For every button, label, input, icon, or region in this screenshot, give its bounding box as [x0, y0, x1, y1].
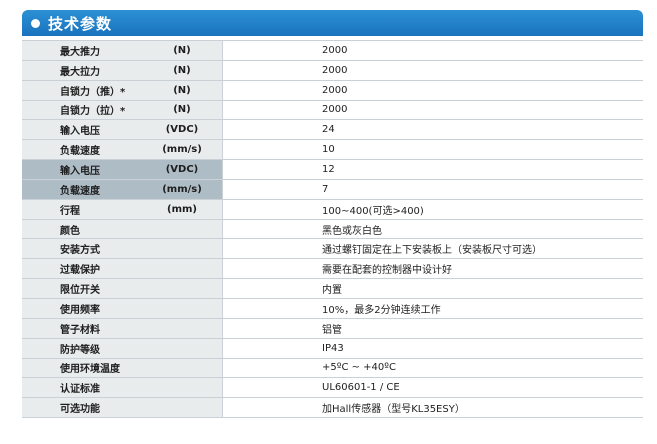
- param-unit: (mm/s): [162, 144, 202, 156]
- row-label-cell: 安装方式: [22, 239, 223, 259]
- param-value: 铝管: [223, 318, 643, 338]
- bullet-dot-icon: [31, 18, 40, 28]
- table-row-highlighted: 输入电压 (VDC) 12: [22, 160, 643, 180]
- param-value: 10%，最多2分钟连续工作: [223, 298, 643, 318]
- table-row: 行程 (mm) 100~400(可选>400): [22, 199, 643, 220]
- param-value: 2000: [223, 41, 643, 60]
- table-row: 认证标准 UL60601-1 / CE: [22, 378, 643, 399]
- row-label-cell: 可选功能: [22, 398, 223, 418]
- table-row: 输入电压 (VDC) 24: [22, 120, 643, 141]
- row-label-cell: 管子材料: [22, 318, 223, 338]
- row-label-cell: 输入电压 (VDC): [22, 120, 223, 140]
- param-name: 最大推力: [60, 46, 100, 58]
- param-name: 输入电压: [60, 126, 100, 138]
- param-name: 颜色: [60, 225, 80, 237]
- table-row: 自锁力（拉）* (N) 2000: [22, 100, 643, 121]
- param-value: 7: [223, 179, 643, 199]
- param-name: 负载速度: [60, 146, 100, 158]
- table-row: 限位开关 内置: [22, 279, 643, 299]
- param-value: 通过螺钉固定在上下安装板上（安装板尺寸可选）: [223, 239, 643, 259]
- param-value: 黑色或灰白色: [223, 219, 643, 239]
- param-name: 防护等级: [60, 344, 100, 356]
- param-value: 24: [223, 120, 643, 140]
- param-name: 自锁力（拉）*: [60, 106, 126, 118]
- row-label-cell: 自锁力（推）* (N): [22, 80, 223, 100]
- param-unit: (N): [173, 44, 191, 56]
- param-value: 内置: [223, 279, 643, 298]
- param-value: 2000: [223, 60, 643, 80]
- row-label-cell: 限位开关: [22, 279, 223, 298]
- param-unit: (N): [173, 64, 191, 76]
- row-label-cell: 使用频率: [22, 298, 223, 318]
- param-value: +5ºC ~ +40ºC: [223, 358, 643, 378]
- row-label-cell: 最大推力 (N): [22, 41, 223, 60]
- param-value: 10: [223, 140, 643, 160]
- param-unit: (N): [173, 84, 191, 96]
- section-title: 技术参数: [48, 14, 113, 33]
- row-label-cell: 负载速度 (mm/s): [22, 140, 223, 160]
- row-label-cell: 防护等级: [22, 338, 223, 358]
- table-row: 自锁力（推）* (N) 2000: [22, 80, 643, 101]
- table-row: 可选功能 加Hall传感器（型号KL35ESY）: [22, 398, 643, 419]
- table-row: 使用环境温度 +5ºC ~ +40ºC: [22, 358, 643, 379]
- param-value: 2000: [223, 80, 643, 100]
- table-row: 颜色 黑色或灰白色: [22, 219, 643, 240]
- param-value: 需要在配套的控制器中设计好: [223, 259, 643, 279]
- table-row-highlighted: 负载速度 (mm/s) 7: [22, 179, 643, 200]
- tech-params-panel: 技术参数 最大推力 (N) 2000 最大拉力 (N) 2000 自锁力（推）* (N…: [22, 10, 643, 419]
- param-value: IP43: [223, 338, 643, 358]
- param-unit: (VDC): [165, 163, 199, 175]
- spec-table: 最大推力 (N) 2000 最大拉力 (N) 2000 自锁力（推）* (N) 200…: [22, 40, 643, 419]
- param-value: 加Hall传感器（型号KL35ESY）: [223, 398, 643, 418]
- param-name: 输入电压: [60, 165, 100, 177]
- param-unit: (N): [173, 104, 191, 116]
- param-name: 限位开关: [60, 285, 100, 297]
- row-label-cell: 负载速度 (mm/s): [22, 179, 223, 199]
- param-name: 最大拉力: [60, 66, 100, 78]
- table-row: 最大推力 (N) 2000: [22, 41, 643, 61]
- param-name: 认证标准: [60, 384, 100, 396]
- param-value: 100~400(可选>400): [223, 199, 643, 219]
- table-row: 最大拉力 (N) 2000: [22, 60, 643, 81]
- table-row: 使用频率 10%，最多2分钟连续工作: [22, 298, 643, 319]
- row-label-cell: 行程 (mm): [22, 199, 223, 219]
- section-header: 技术参数: [22, 10, 643, 36]
- param-value: 2000: [223, 100, 643, 120]
- row-label-cell: 最大拉力 (N): [22, 60, 223, 80]
- param-name: 使用环境温度: [60, 364, 120, 376]
- table-row: 负载速度 (mm/s) 10: [22, 140, 643, 161]
- param-unit: (VDC): [165, 124, 199, 136]
- param-name: 安装方式: [60, 245, 100, 257]
- row-label-cell: 使用环境温度: [22, 358, 223, 378]
- row-label-cell: 过载保护: [22, 259, 223, 279]
- param-name: 自锁力（推）*: [60, 86, 126, 98]
- row-label-cell: 颜色: [22, 219, 223, 239]
- param-unit: (mm/s): [162, 183, 202, 195]
- table-row: 管子材料 铝管: [22, 318, 643, 339]
- param-value: 12: [223, 160, 643, 179]
- param-name: 过载保护: [60, 265, 100, 277]
- table-row: 防护等级 IP43: [22, 338, 643, 359]
- param-name: 管子材料: [60, 324, 100, 336]
- param-name: 行程: [60, 205, 80, 217]
- table-row: 安装方式 通过螺钉固定在上下安装板上（安装板尺寸可选）: [22, 239, 643, 260]
- param-name: 负载速度: [60, 185, 100, 197]
- param-name: 可选功能: [60, 404, 100, 416]
- row-label-cell: 自锁力（拉）* (N): [22, 100, 223, 120]
- table-row: 过载保护 需要在配套的控制器中设计好: [22, 259, 643, 280]
- param-name: 使用频率: [60, 304, 100, 316]
- row-label-cell: 认证标准: [22, 378, 223, 398]
- param-unit: (mm): [167, 203, 197, 215]
- row-label-cell: 输入电压 (VDC): [22, 160, 223, 179]
- param-value: UL60601-1 / CE: [223, 378, 643, 398]
